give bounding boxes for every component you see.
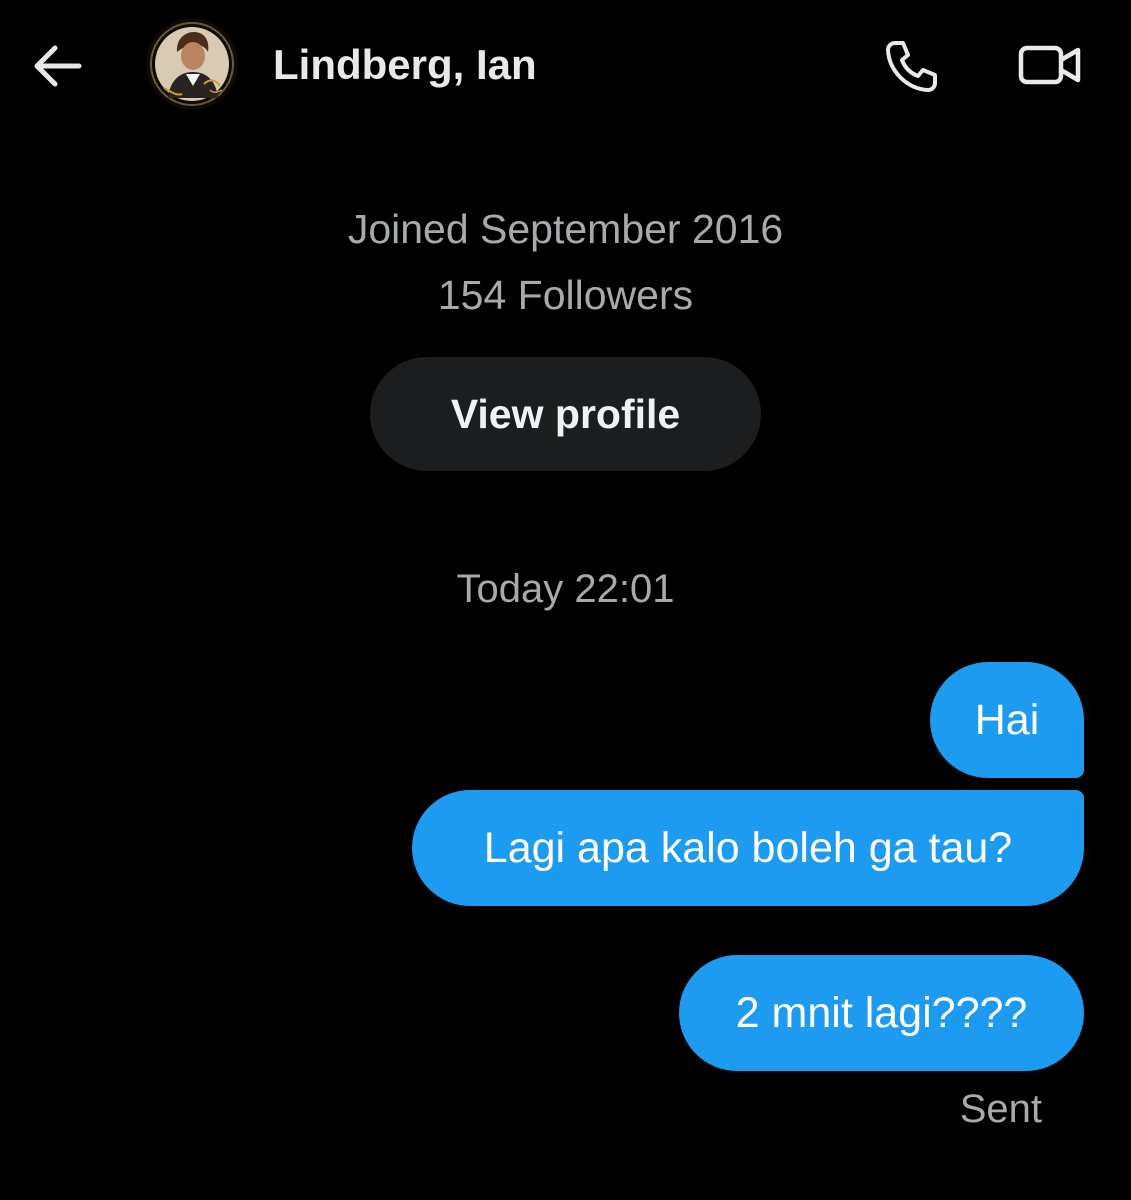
call-button[interactable]: [876, 32, 946, 98]
message-bubble[interactable]: 2 mnit lagi????: [679, 955, 1084, 1071]
message-status: Sent: [959, 1087, 1042, 1131]
message-bubble[interactable]: Lagi apa kalo boleh ga tau?: [412, 790, 1084, 906]
phone-icon: [886, 41, 937, 92]
view-profile-button[interactable]: View profile: [370, 357, 761, 471]
arrow-left-icon: [34, 45, 82, 87]
joined-date: Joined September 2016: [347, 206, 784, 252]
chat-header: Lindberg, Ian: [0, 0, 1131, 130]
video-call-button[interactable]: [1012, 32, 1088, 98]
avatar[interactable]: [146, 18, 238, 110]
message-bubble[interactable]: Hai: [930, 662, 1084, 778]
conversation-title[interactable]: Lindberg, Ian: [273, 40, 537, 90]
message-timestamp: Today 22:01: [456, 567, 675, 611]
back-button[interactable]: [26, 36, 88, 96]
follower-count: 154 Followers: [437, 272, 694, 318]
video-camera-icon: [1018, 45, 1081, 85]
profile-photo: [146, 18, 238, 110]
profile-summary: Joined September 2016 154 Followers: [0, 196, 1131, 328]
